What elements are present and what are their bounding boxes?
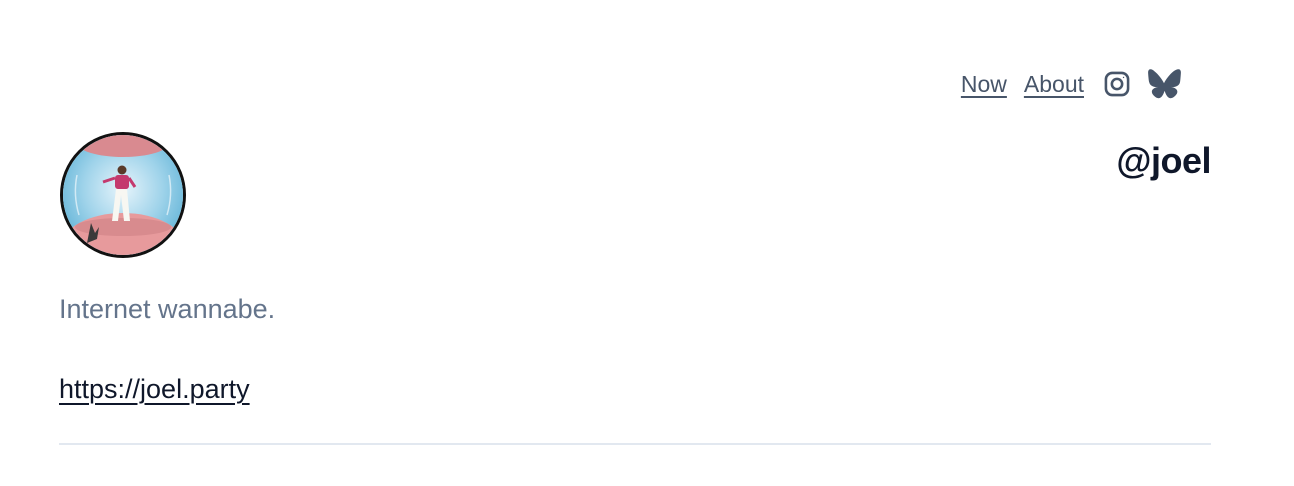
nav-link-now[interactable]: Now — [961, 71, 1007, 98]
profile-bio: Internet wannabe. — [59, 294, 276, 324]
divider — [59, 443, 1211, 445]
top-nav: Now About — [961, 66, 1198, 102]
nav-link-about[interactable]: About — [1024, 71, 1084, 98]
bluesky-butterfly-icon[interactable] — [1147, 69, 1181, 99]
avatar-photo — [63, 135, 183, 255]
profile-website-link[interactable]: https://joel.party — [59, 374, 250, 405]
instagram-icon[interactable] — [1103, 70, 1131, 98]
profile-handle: @joel — [1116, 140, 1211, 181]
avatar — [60, 132, 186, 258]
